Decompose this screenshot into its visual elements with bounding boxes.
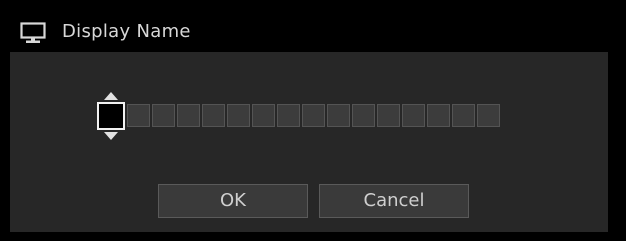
- name-character-cells[interactable]: [97, 102, 500, 130]
- monitor-icon: [20, 22, 46, 43]
- character-cell[interactable]: [477, 104, 500, 127]
- ok-button[interactable]: OK: [158, 184, 308, 218]
- display-name-dialog: Display Name OK Cancel: [0, 0, 626, 241]
- character-cell[interactable]: [202, 104, 225, 127]
- character-cell[interactable]: [177, 104, 200, 127]
- character-cell[interactable]: [352, 104, 375, 127]
- character-cell[interactable]: [277, 104, 300, 127]
- character-cell[interactable]: [227, 104, 250, 127]
- character-cell[interactable]: [377, 104, 400, 127]
- character-cell[interactable]: [127, 104, 150, 127]
- dialog-title: Display Name: [62, 21, 191, 42]
- char-up-arrow-icon[interactable]: [104, 92, 118, 100]
- title-bar: Display Name: [0, 0, 626, 52]
- dialog-panel: [10, 52, 608, 232]
- character-cell[interactable]: [327, 104, 350, 127]
- character-cell[interactable]: [402, 104, 425, 127]
- character-cell[interactable]: [452, 104, 475, 127]
- character-cell[interactable]: [152, 104, 175, 127]
- character-cell[interactable]: [302, 104, 325, 127]
- cancel-button[interactable]: Cancel: [319, 184, 469, 218]
- char-down-arrow-icon[interactable]: [104, 132, 118, 140]
- character-cell[interactable]: [427, 104, 450, 127]
- character-cell[interactable]: [252, 104, 275, 127]
- active-character-cell[interactable]: [97, 102, 125, 130]
